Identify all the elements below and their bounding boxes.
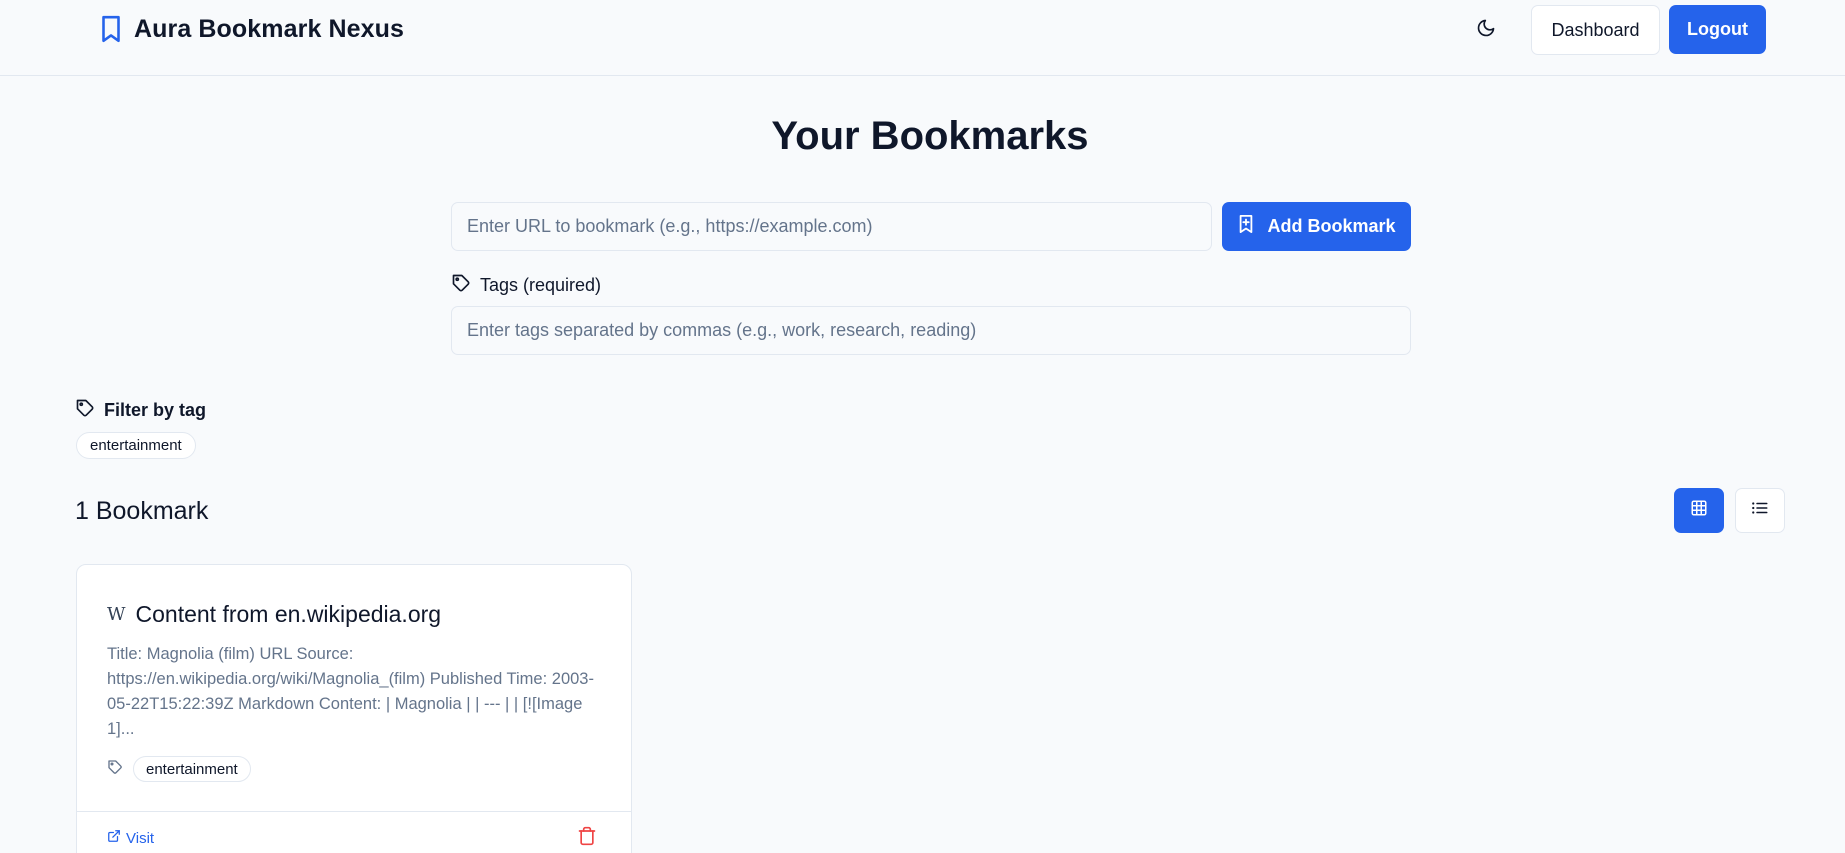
- list-view-button[interactable]: [1735, 488, 1785, 533]
- delete-bookmark-button[interactable]: [575, 826, 599, 850]
- theme-toggle-button[interactable]: [1466, 10, 1506, 50]
- url-input[interactable]: [451, 202, 1212, 251]
- bookmark-tags: entertainment: [107, 756, 251, 782]
- list-icon: [1751, 499, 1769, 522]
- card-divider: [77, 811, 631, 812]
- moon-icon: [1476, 18, 1496, 43]
- visit-label: Visit: [126, 829, 155, 847]
- bookmark-card: W Content from en.wikipedia.org Title: M…: [76, 564, 632, 853]
- filter-tag-chip[interactable]: entertainment: [76, 432, 196, 459]
- bookmark-card-header: W Content from en.wikipedia.org: [107, 601, 441, 628]
- filter-by-tag-heading: Filter by tag: [75, 398, 206, 423]
- filter-label-text: Filter by tag: [104, 400, 207, 420]
- wikipedia-favicon-icon: W: [107, 604, 126, 625]
- top-navbar: Aura Bookmark Nexus Dashboard Logout: [0, 0, 1845, 76]
- tag-icon: [451, 273, 471, 298]
- add-bookmark-label: Add Bookmark: [1267, 216, 1396, 236]
- bookmark-tag-chip[interactable]: entertainment: [133, 756, 251, 782]
- app-title: Aura Bookmark Nexus: [134, 14, 405, 43]
- bookmark-description: Title: Magnolia (film) URL Source: https…: [107, 645, 594, 738]
- tag-icon: [107, 759, 123, 780]
- brand[interactable]: Aura Bookmark Nexus: [98, 14, 404, 44]
- tags-label-text: Tags (required): [480, 275, 602, 295]
- dashboard-button[interactable]: Dashboard: [1531, 5, 1660, 55]
- tag-icon: [75, 398, 95, 423]
- bookmark-icon: [98, 14, 124, 44]
- logout-button[interactable]: Logout: [1669, 5, 1766, 54]
- grid-icon: [1690, 499, 1708, 522]
- bookmark-plus-icon: [1237, 214, 1255, 239]
- page-title: Your Bookmarks: [771, 114, 1089, 158]
- add-bookmark-button[interactable]: Add Bookmark: [1222, 202, 1411, 251]
- grid-view-button[interactable]: [1674, 488, 1724, 533]
- tags-field-label: Tags (required): [451, 273, 601, 298]
- visit-link[interactable]: Visit: [107, 829, 154, 847]
- bookmark-title[interactable]: Content from en.wikipedia.org: [136, 601, 442, 628]
- bookmark-count: 1 Bookmark: [75, 497, 209, 525]
- external-link-icon: [107, 829, 121, 847]
- tags-input[interactable]: [451, 306, 1411, 355]
- trash-icon: [577, 826, 597, 851]
